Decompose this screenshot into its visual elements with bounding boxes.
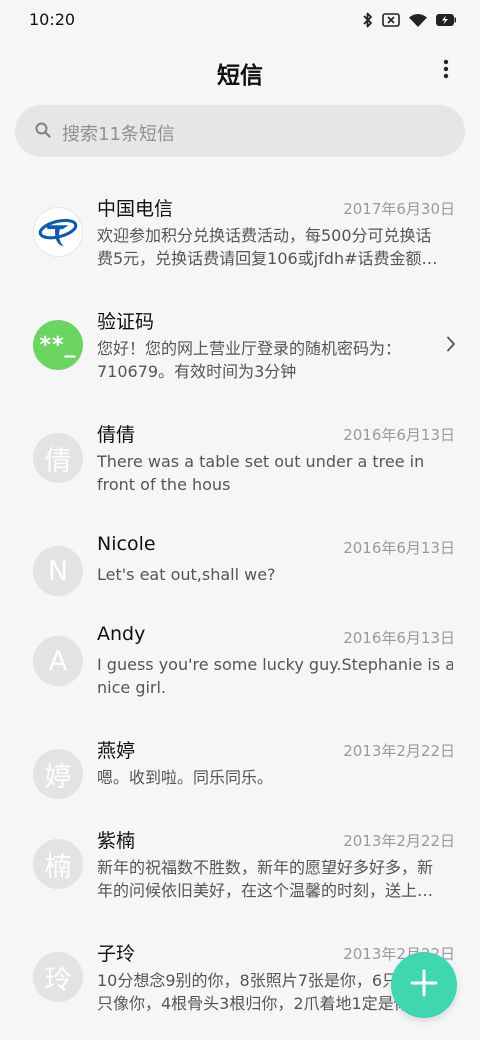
preview-line: 新年的祝福数不胜数，新年的愿望好多好多，新 [97, 858, 434, 877]
conversation-date: 2013年2月22日 [343, 832, 455, 850]
conversation-item[interactable]: **_ 验证码 您好！您的网上营业厅登录的随机密码为： 710679。有效时间为… [0, 293, 480, 406]
china-telecom-logo-icon [38, 218, 78, 247]
avatar: 倩 [33, 433, 83, 483]
preview-line: I guess you're some lucky guy.Stephanie … [97, 655, 453, 674]
preview-line: front of the hous [97, 475, 231, 494]
conversation-name: 子玲 [97, 943, 136, 965]
chevron-right-icon[interactable] [446, 336, 456, 356]
more-vertical-icon [443, 59, 449, 83]
app-header: 短信 [0, 42, 480, 100]
preview-line: 710679。有效时间为3分钟 [97, 362, 297, 381]
conversation-preview: I guess you're some lucky guy.Stephanie … [97, 653, 453, 699]
conversation-item[interactable]: 婷 燕婷 2013年2月22日 嗯。收到啦。同乐同乐。 [0, 722, 480, 812]
conversation-name: Andy [97, 623, 146, 645]
conversation-preview: There was a table set out under a tree i… [97, 450, 453, 496]
conversation-preview: 新年的祝福数不胜数，新年的愿望好多好多，新 年的问候依旧美好，在这个温馨的时刻，… [97, 856, 453, 902]
conversation-preview: Let's eat out,shall we? [97, 563, 453, 586]
preview-line: 嗯。收到啦。同乐同乐。 [97, 768, 274, 787]
conversation-item[interactable]: 中国电信 2017年6月30日 欢迎参加积分兑换话费活动，每500分可兑换话 费… [0, 180, 480, 293]
conversation-list: 中国电信 2017年6月30日 欢迎参加积分兑换话费活动，每500分可兑换话 费… [0, 180, 480, 1038]
search-bar[interactable]: 搜索11条短信 [15, 105, 465, 157]
preview-line: 费5元，兑换话费请回复106或jfdh#话费金额… [97, 249, 438, 268]
conversation-item[interactable]: N Nicole 2016年6月13日 Let's eat out,shall … [0, 519, 480, 609]
conversation-name: 燕婷 [97, 740, 136, 762]
conversation-date: 2016年6月13日 [343, 539, 455, 557]
conversation-item[interactable]: 倩 倩倩 2016年6月13日 There was a table set ou… [0, 406, 480, 519]
preview-line: 您好！您的网上营业厅登录的随机密码为： [97, 339, 402, 358]
page-title: 短信 [217, 63, 263, 89]
conversation-name: 验证码 [97, 311, 155, 333]
conversation-date: 2016年6月13日 [343, 426, 455, 444]
status-time: 10:20 [29, 10, 76, 29]
preview-line: There was a table set out under a tree i… [97, 452, 425, 471]
avatar: A [33, 636, 83, 686]
preview-line: nice girl. [97, 678, 167, 697]
avatar: 婷 [33, 749, 83, 799]
conversation-preview: 您好！您的网上营业厅登录的随机密码为： 710679。有效时间为3分钟 [97, 337, 402, 383]
conversation-item[interactable]: A Andy 2016年6月13日 I guess you're some lu… [0, 609, 480, 722]
conversation-name: 中国电信 [97, 198, 174, 220]
conversation-preview: 欢迎参加积分兑换话费活动，每500分可兑换话 费5元，兑换话费请回复106或jf… [97, 224, 453, 270]
more-options-button[interactable] [436, 56, 456, 86]
search-placeholder: 搜索11条短信 [62, 124, 175, 145]
new-message-button[interactable] [391, 952, 457, 1018]
conversation-date: 2016年6月13日 [343, 629, 455, 647]
conversation-preview: 嗯。收到啦。同乐同乐。 [97, 766, 453, 789]
status-icons [363, 10, 456, 30]
conversation-name: 倩倩 [97, 424, 136, 446]
conversation-date: 2013年2月22日 [343, 742, 455, 760]
preview-line: 年的问候依旧美好，在这个温馨的时刻，送上… [97, 881, 434, 900]
bluetooth-icon [363, 12, 373, 28]
avatar: **_ [33, 320, 83, 370]
preview-line: Let's eat out,shall we? [97, 565, 276, 584]
preview-line: 欢迎参加积分兑换话费活动，每500分可兑换话 [97, 226, 432, 245]
avatar: 玲 [33, 952, 83, 1002]
conversation-date: 2017年6月30日 [343, 200, 455, 218]
avatar: N [33, 546, 83, 596]
conversation-name: 紫楠 [97, 830, 136, 852]
china-telecom-logo-avatar [33, 207, 83, 257]
avatar: 楠 [33, 839, 83, 889]
conversation-name: Nicole [97, 533, 156, 555]
plus-icon [410, 969, 438, 1001]
battery-charging-icon [436, 14, 456, 26]
wifi-icon [409, 13, 427, 27]
conversation-item[interactable]: 楠 紫楠 2013年2月22日 新年的祝福数不胜数，新年的愿望好多好多，新 年的… [0, 812, 480, 925]
no-sim-icon [382, 13, 400, 27]
status-bar: 10:20 [0, 0, 480, 42]
